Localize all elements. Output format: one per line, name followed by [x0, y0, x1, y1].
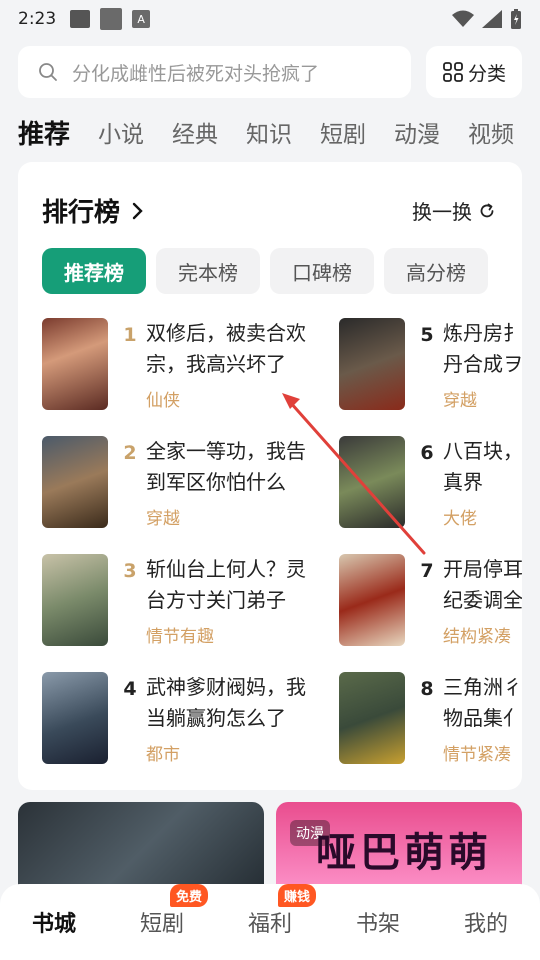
book-title-line: 纪委调全	[443, 588, 522, 612]
battery-icon	[511, 9, 521, 29]
book-item[interactable]: 5 炼丹房扌 丹合成ヲ 穿越	[339, 318, 522, 411]
book-title-line: 开局停耳	[443, 557, 522, 581]
book-item[interactable]: 1 双修后，被卖合欢宗，我高兴坏了 仙侠	[42, 318, 316, 411]
book-tag: 结构紧凑	[443, 627, 511, 647]
nav-welfare[interactable]: 福利 赚钱	[220, 884, 320, 938]
book-cover	[42, 554, 108, 646]
rank-number: 7	[420, 560, 434, 582]
ranking-pills: 推荐榜 完本榜 口碑榜 高分榜	[42, 248, 488, 294]
book-tag: 大佬	[443, 509, 477, 529]
book-item[interactable]: 7 开局停耳 纪委调全 结构紧凑	[339, 554, 522, 647]
tab-knowledge[interactable]: 知识	[246, 115, 292, 149]
refresh-label: 换一换	[412, 200, 472, 224]
ranking-header[interactable]: 排行榜	[42, 192, 146, 229]
refresh-icon	[480, 203, 494, 217]
status-time: 2:23	[18, 9, 57, 29]
category-label: 分类	[467, 62, 506, 85]
book-item[interactable]: 8 三角洲彳 物品集亻 情节紧凑	[339, 672, 522, 765]
nav-label: 我的	[463, 912, 508, 937]
tab-short-drama[interactable]: 短剧	[320, 115, 366, 149]
book-title-line: 炼丹房扌	[443, 321, 522, 345]
rank-number: 3	[123, 560, 137, 582]
book-title: 斩仙台上何人？灵台方寸关门弟子	[146, 557, 306, 612]
pill-reputation[interactable]: 口碑榜	[270, 248, 374, 294]
book-tag: 穿越	[443, 391, 477, 411]
nav-label: 书城	[31, 912, 76, 937]
book-cover	[42, 436, 108, 528]
book-cover	[42, 672, 108, 764]
ranking-title: 排行榜	[42, 198, 121, 228]
rank-number: 4	[123, 678, 137, 700]
nav-badge: 赚钱	[278, 884, 317, 907]
nav-short-drama[interactable]: 短剧 免费	[112, 884, 212, 938]
pill-completed[interactable]: 完本榜	[156, 248, 260, 294]
book-item[interactable]: 3 斩仙台上何人？灵台方寸关门弟子 情节有趣	[42, 554, 316, 647]
rank-number: 5	[420, 324, 434, 346]
book-cover	[339, 436, 405, 528]
book-title-line: 八百块，	[443, 439, 522, 463]
book-cover	[339, 318, 405, 410]
book-cover	[339, 554, 405, 646]
book-item[interactable]: 4 武神爹财阀妈，我当躺赢狗怎么了 都市	[42, 672, 316, 765]
wifi-icon	[452, 10, 474, 27]
book-title-line: 真界	[443, 470, 483, 494]
book-tag: 情节紧凑	[443, 745, 511, 765]
grid-icon	[443, 62, 463, 82]
rank-number: 2	[123, 442, 137, 464]
tab-novel[interactable]: 小说	[98, 115, 144, 149]
refresh-button[interactable]: 换一换	[412, 196, 496, 225]
book-tag: 穿越	[146, 509, 180, 529]
book-tag: 都市	[146, 745, 180, 765]
rank-number: 6	[420, 442, 434, 464]
book-item[interactable]: 2 全家一等功，我告到军区你怕什么 穿越	[42, 436, 316, 529]
book-tag: 仙侠	[146, 391, 180, 411]
rank-number: 8	[420, 678, 434, 700]
chevron-right-icon	[132, 202, 143, 219]
top-tabs: 推荐 小说 经典 知识 短剧 动漫 视频	[18, 112, 540, 152]
tab-anime[interactable]: 动漫	[394, 115, 440, 149]
book-title: 武神爹财阀妈，我当躺赢狗怎么了	[146, 675, 306, 730]
book-title-line: 物品集亻	[443, 706, 522, 730]
signal-icon	[482, 10, 502, 28]
pill-high-score[interactable]: 高分榜	[384, 248, 488, 294]
nav-badge: 免费	[170, 884, 209, 907]
nav-label: 书架	[355, 912, 400, 937]
nav-bookshelf[interactable]: 书架	[328, 906, 428, 938]
book-title: 双修后，被卖合欢宗，我高兴坏了	[146, 321, 306, 376]
nav-bookstore[interactable]: 书城	[4, 906, 104, 938]
nav-label: 短剧	[139, 912, 184, 937]
book-tag: 情节有趣	[146, 627, 214, 647]
status-bar: 2:23 A	[0, 0, 540, 38]
book-title: 全家一等功，我告到军区你怕什么	[146, 439, 306, 494]
tab-video[interactable]: 视频	[468, 115, 514, 149]
book-item[interactable]: 6 八百块， 真界 大佬	[339, 436, 522, 529]
book-cover	[42, 318, 108, 410]
a-notification-icon: A	[132, 10, 151, 28]
book-title-line: 三角洲彳	[443, 675, 522, 699]
ranking-card: 排行榜 换一换 推荐榜 完本榜 口碑榜 高分榜 1 双修后，被卖合欢宗，我高兴坏…	[18, 162, 522, 790]
search-input[interactable]: 分化成雌性后被死对头抢疯了	[18, 46, 411, 98]
tab-recommend[interactable]: 推荐	[18, 114, 70, 151]
square-notification-icon	[100, 8, 123, 30]
search-icon	[39, 63, 57, 81]
nav-label: 福利	[247, 912, 292, 937]
tab-classic[interactable]: 经典	[172, 115, 218, 149]
category-button[interactable]: 分类	[426, 46, 522, 98]
promo-title: 哑巴萌萌	[316, 830, 492, 876]
pill-recommend[interactable]: 推荐榜	[42, 248, 146, 294]
bottom-nav: 书城 短剧 免费 福利 赚钱 书架 我的	[0, 884, 540, 960]
rank-number: 1	[123, 324, 137, 346]
book-title-line: 丹合成ヲ	[443, 352, 522, 376]
nav-mine[interactable]: 我的	[436, 906, 536, 938]
search-placeholder: 分化成雌性后被死对头抢疯了	[72, 62, 320, 85]
book-cover	[339, 672, 405, 764]
image-notification-icon	[70, 10, 91, 28]
